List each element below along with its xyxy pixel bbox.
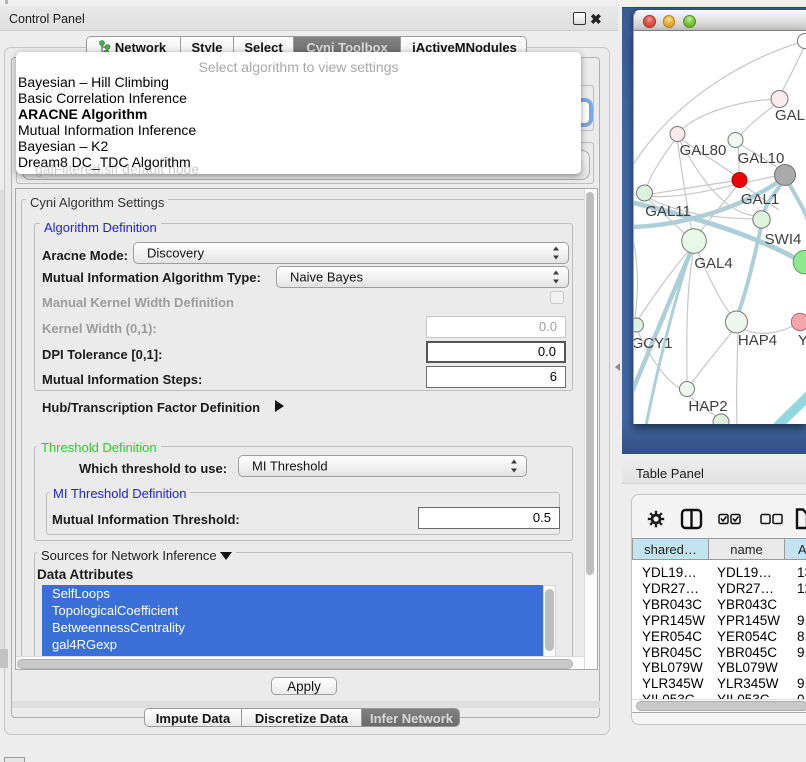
svg-text:HAP4: HAP4 (738, 332, 777, 349)
svg-text:GAL11: GAL11 (645, 203, 691, 220)
svg-text:GCY1: GCY1 (634, 335, 672, 352)
svg-text:GAL4: GAL4 (694, 255, 732, 272)
svg-text:GALS: GALS (775, 107, 806, 124)
svg-text:SWI4: SWI4 (765, 231, 802, 248)
svg-text:Y: Y (798, 332, 806, 349)
svg-text:GAL1: GAL1 (741, 191, 779, 208)
svg-text:GAL80: GAL80 (680, 142, 727, 159)
svg-text:HAP2: HAP2 (688, 398, 727, 415)
svg-text:GAL10: GAL10 (738, 150, 785, 167)
